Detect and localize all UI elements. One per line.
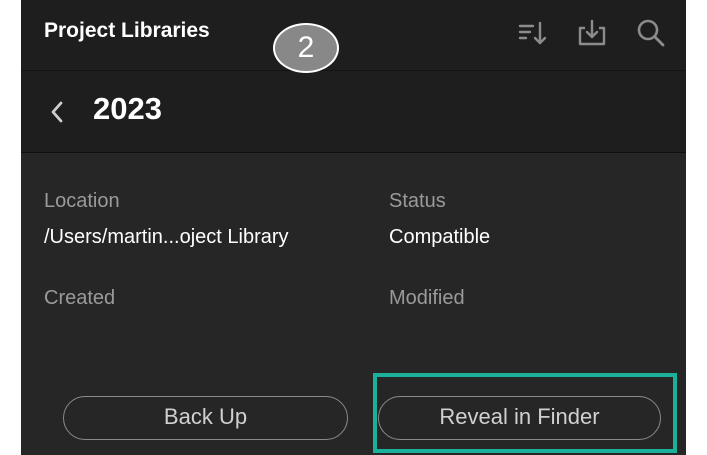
location-label: Location <box>44 190 120 212</box>
panel-header: Project Libraries <box>21 0 686 70</box>
folder-title: 2023 <box>93 91 162 126</box>
modified-label: Modified <box>389 287 465 309</box>
header-toolbar <box>516 16 668 50</box>
panel-title: Project Libraries <box>44 19 210 42</box>
sort-icon[interactable] <box>516 16 550 50</box>
folder-header: 2023 <box>21 71 686 152</box>
subheader-divider <box>21 152 686 153</box>
back-up-button[interactable]: Back Up <box>63 396 348 440</box>
reveal-in-finder-button[interactable]: Reveal in Finder <box>378 396 661 440</box>
step-number-badge: 2 <box>273 23 339 73</box>
created-label: Created <box>44 287 116 309</box>
search-icon[interactable] <box>634 16 668 50</box>
import-icon[interactable] <box>575 16 609 50</box>
status-value: Compatible <box>389 226 491 248</box>
back-chevron-icon[interactable] <box>45 97 69 127</box>
project-libraries-panel: Project Libraries 2 2023 Location /Users… <box>21 0 686 455</box>
location-value: /Users/martin...oject Library <box>44 226 289 248</box>
status-label: Status <box>389 190 446 212</box>
